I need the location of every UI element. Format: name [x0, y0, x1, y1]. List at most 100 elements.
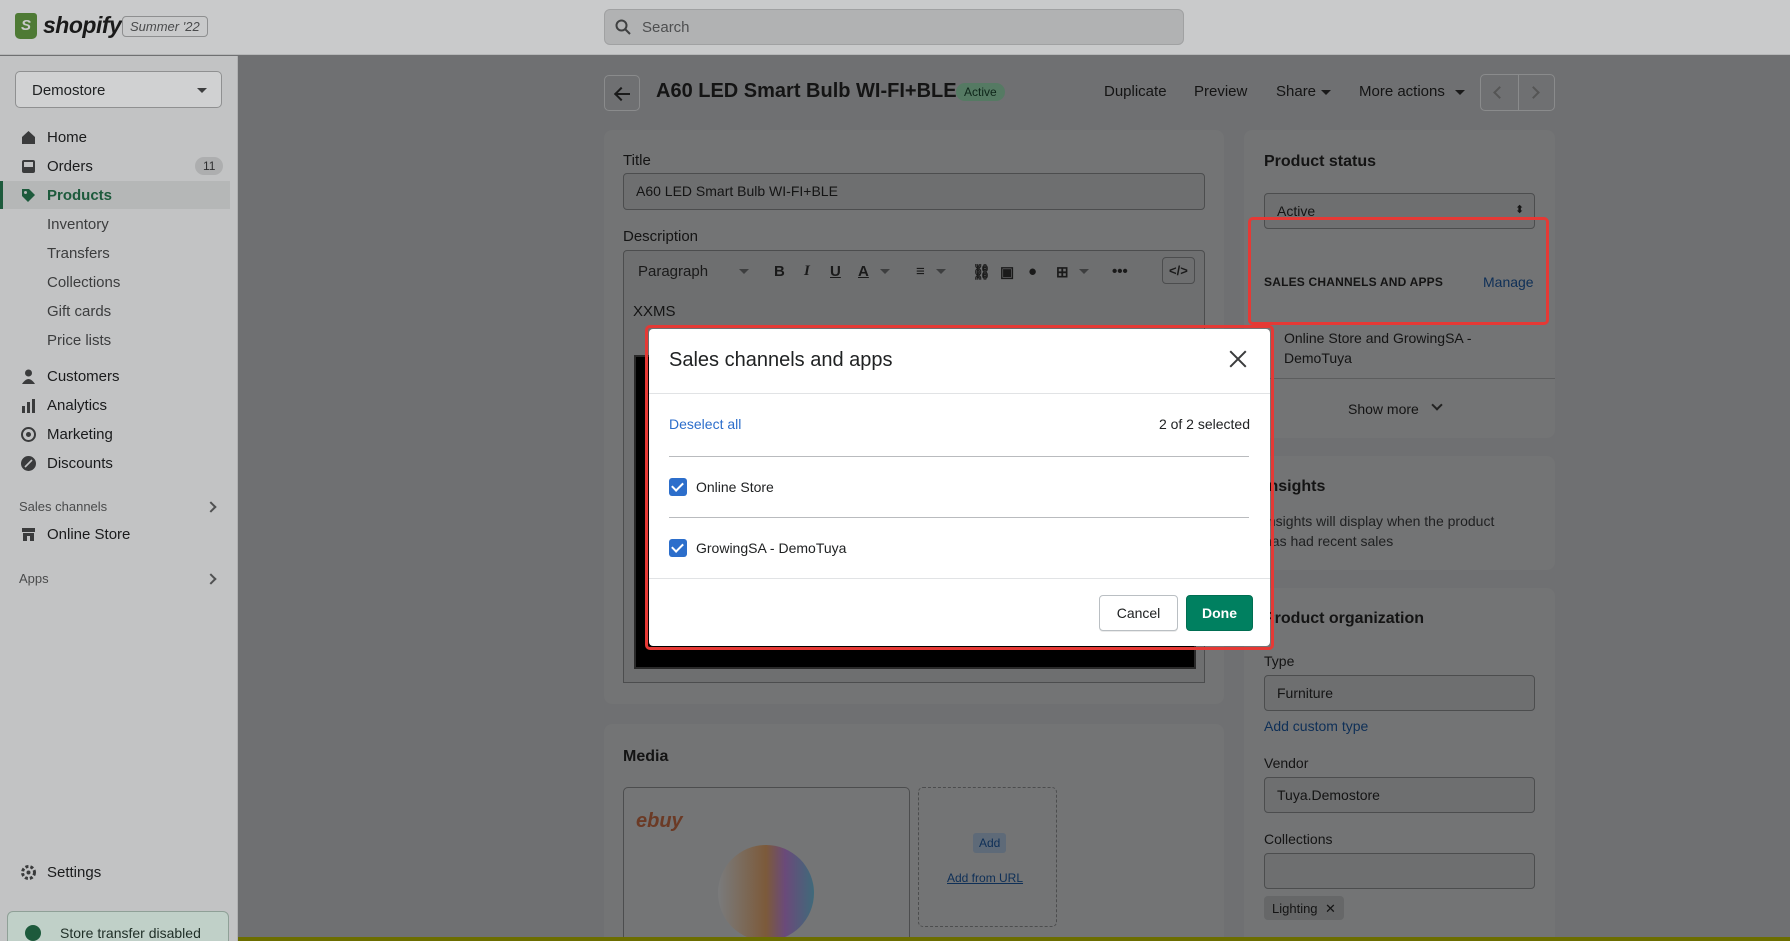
title-label: Title [623, 152, 651, 169]
title-input[interactable]: A60 LED Smart Bulb WI-FI+BLE [623, 173, 1205, 210]
channels-highlight-box [1248, 217, 1549, 325]
close-icon[interactable] [1227, 348, 1249, 370]
sidebar-item-transfers[interactable]: Transfers [0, 239, 230, 267]
list-divider [669, 517, 1249, 518]
share-chevron-icon [1321, 90, 1331, 95]
add-from-url-link[interactable]: Add from URL [947, 871, 1023, 885]
preview-button[interactable]: Preview [1194, 83, 1247, 100]
type-input[interactable]: Furniture [1264, 675, 1535, 711]
sidebar-item-discounts[interactable]: Discounts [0, 449, 230, 477]
text-color-icon[interactable]: A [858, 263, 869, 280]
product-status-heading: Product status [1264, 153, 1377, 170]
table-icon[interactable]: ⊞ [1056, 263, 1069, 281]
more-actions-button[interactable]: More actions [1359, 83, 1445, 100]
sidebar-item-inventory[interactable]: Inventory [0, 210, 230, 238]
modal-header-divider [649, 393, 1270, 394]
done-button[interactable]: Done [1186, 595, 1253, 631]
sidebar-item-label: Settings [47, 863, 102, 881]
image-icon[interactable]: ▣ [1000, 263, 1014, 281]
media-heading: Media [623, 748, 669, 765]
marketing-icon [21, 427, 36, 442]
vendor-value: Tuya.Demostore [1277, 787, 1380, 803]
store-transfer-banner: Store transfer disabled [7, 911, 229, 941]
vendor-input[interactable]: Tuya.Demostore [1264, 777, 1535, 813]
duplicate-button[interactable]: Duplicate [1104, 83, 1167, 100]
collections-label: Collections [1264, 831, 1333, 847]
list-divider [669, 456, 1249, 457]
brand-name: shopify [43, 12, 122, 38]
orders-count-badge: 11 [195, 157, 224, 175]
orders-icon [22, 160, 35, 173]
remove-tag-icon[interactable]: ✕ [1325, 901, 1336, 917]
sidebar-item-products[interactable]: Products [0, 181, 230, 209]
sidebar-item-home[interactable]: Home [0, 123, 230, 151]
product-pager [1480, 74, 1555, 111]
sales-channels-chevron-icon[interactable] [205, 501, 217, 513]
deselect-all-button[interactable]: Deselect all [669, 416, 741, 432]
insights-text: Insights will display when the product h… [1264, 513, 1495, 549]
editor-text: XXMS [633, 303, 676, 320]
shopify-logo[interactable]: shopify [15, 12, 122, 39]
divider [1244, 378, 1555, 379]
online-store-option-label[interactable]: Online Store [696, 479, 774, 495]
search-icon [615, 19, 631, 35]
add-media-button[interactable]: Add [973, 833, 1007, 853]
media-dropzone[interactable]: Add Add from URL [918, 787, 1057, 927]
selected-count: 2 of 2 selected [1158, 416, 1250, 432]
add-custom-type-link[interactable]: Add custom type [1264, 718, 1368, 734]
sidebar-item-price-lists[interactable]: Price lists [0, 326, 230, 354]
collections-input[interactable] [1264, 853, 1535, 889]
search-input[interactable]: Search [604, 9, 1184, 45]
paragraph-chevron-icon [739, 269, 749, 274]
previous-icon[interactable] [1493, 86, 1506, 99]
cancel-button[interactable]: Cancel [1099, 595, 1178, 631]
sidebar-item-settings[interactable]: Settings [0, 858, 230, 886]
link-icon[interactable]: ⛓ [972, 263, 991, 281]
sales-channels-heading: Sales channels [19, 499, 108, 514]
sidebar-item-label: Customers [47, 367, 120, 385]
tag-icon [22, 189, 35, 202]
organization-heading: Product organization [1264, 610, 1424, 627]
sidebar-item-customers[interactable]: Customers [0, 362, 230, 390]
next-icon[interactable] [1527, 86, 1540, 99]
show-more-button[interactable]: Show more [1348, 401, 1419, 417]
sidebar-item-label: Gift cards [47, 302, 112, 320]
sidebar-item-collections[interactable]: Collections [0, 268, 230, 296]
info-icon [25, 925, 41, 941]
light-bulb-image [718, 845, 814, 941]
growingsa-option-label[interactable]: GrowingSA - DemoTuya [696, 540, 846, 556]
align-icon[interactable]: ≡ [916, 263, 925, 280]
sidebar-item-online-store[interactable]: Online Store [0, 520, 230, 548]
italic-icon[interactable]: I [804, 263, 810, 280]
paragraph-select[interactable]: Paragraph [638, 263, 708, 280]
more-formatting-icon[interactable]: ••• [1112, 263, 1128, 280]
online-store-checkbox[interactable] [669, 478, 687, 496]
select-arrows-icon: ⬍ [1515, 204, 1525, 216]
apps-chevron-icon[interactable] [205, 573, 217, 585]
share-button[interactable]: Share [1276, 83, 1316, 100]
sidebar-item-orders[interactable]: Orders 11 [0, 152, 230, 180]
rich-text-toolbar: Paragraph B I U A ≡ ⛓ ▣ ● ⊞ ••• </> [623, 250, 1205, 292]
sidebar-item-label: Price lists [47, 331, 112, 349]
code-view-icon[interactable]: </> [1162, 257, 1195, 284]
sidebar-item-gift-cards[interactable]: Gift cards [0, 297, 230, 325]
media-thumbnail[interactable]: ebuy [623, 787, 910, 941]
text-color-chevron-icon [880, 269, 890, 274]
growingsa-checkbox[interactable] [669, 539, 687, 557]
sidebar-item-label: Transfers [47, 244, 110, 262]
sidebar-item-analytics[interactable]: Analytics [0, 391, 230, 419]
underline-icon[interactable]: U [830, 263, 841, 280]
pager-divider [1518, 75, 1519, 110]
search-placeholder: Search [642, 19, 690, 36]
align-chevron-icon [936, 269, 946, 274]
video-icon[interactable]: ● [1028, 263, 1037, 280]
discount-icon [21, 456, 36, 471]
status-badge: Active [956, 83, 1005, 101]
chevron-down-icon [197, 88, 207, 93]
bold-icon[interactable]: B [774, 263, 785, 280]
sidebar-item-label: Products [47, 186, 113, 204]
sidebar: Demostore Home Orders 11 Products Invent… [0, 56, 238, 941]
sidebar-item-marketing[interactable]: Marketing [0, 420, 230, 448]
back-button[interactable] [604, 75, 640, 111]
store-selector[interactable]: Demostore [15, 71, 222, 108]
